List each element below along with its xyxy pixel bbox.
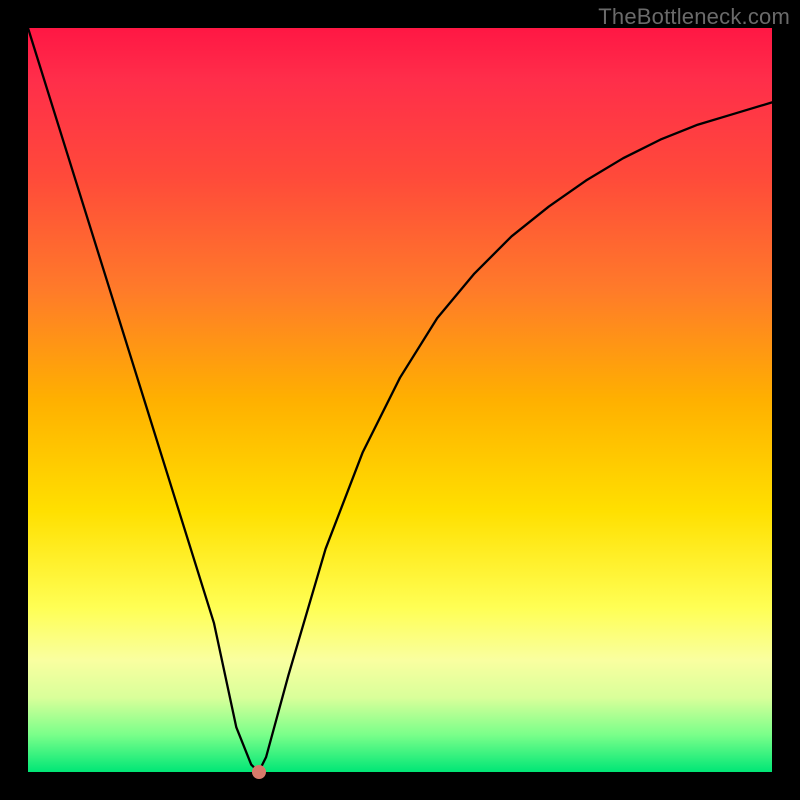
watermark-text: TheBottleneck.com [598,4,790,30]
chart-frame: TheBottleneck.com [0,0,800,800]
bottleneck-curve [28,28,772,772]
minimum-marker [252,765,266,779]
plot-area [28,28,772,772]
